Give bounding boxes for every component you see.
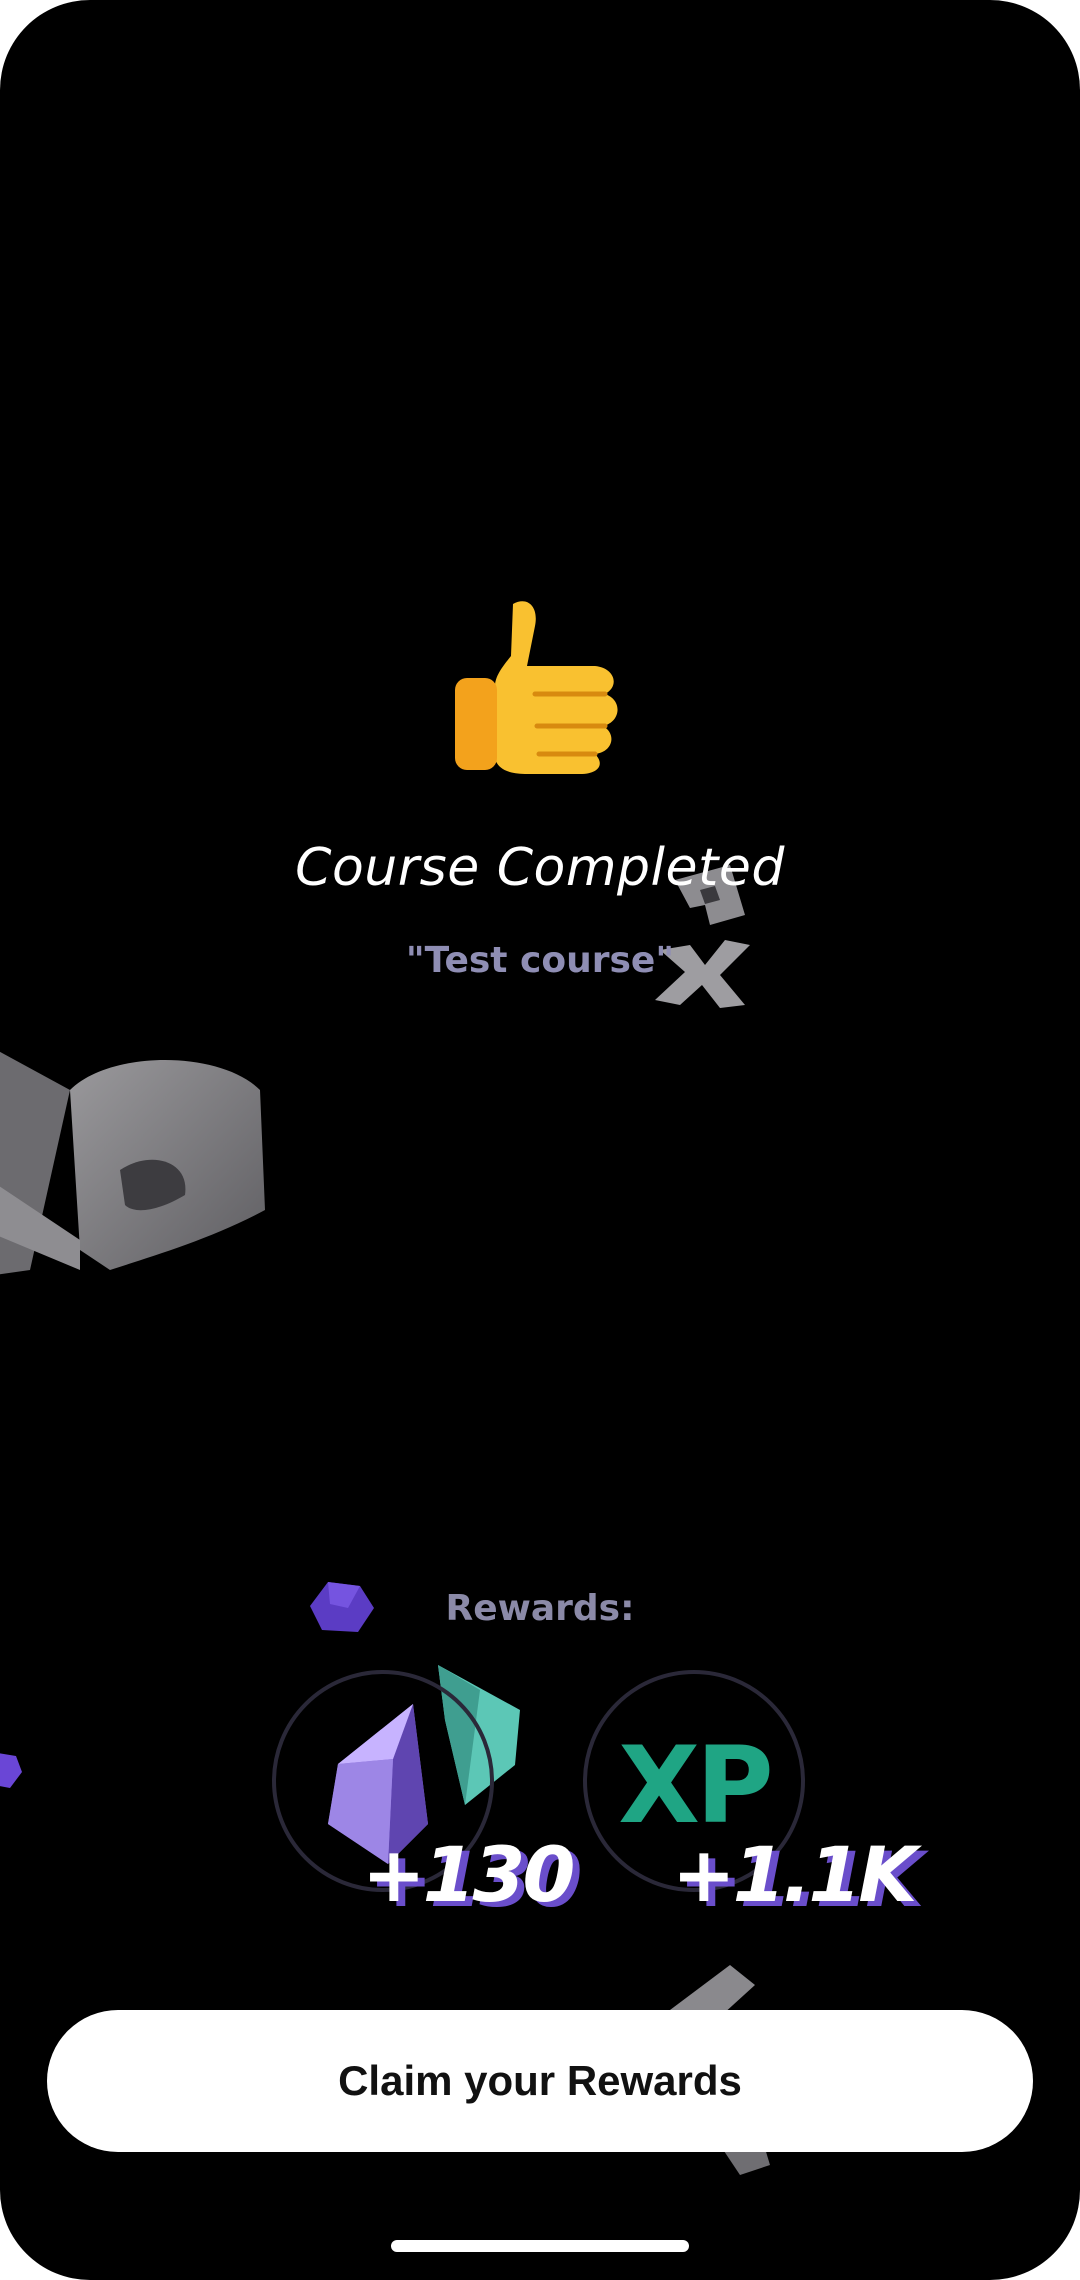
home-indicator[interactable]: [391, 2240, 689, 2252]
reward-xp-amount: +1.1K: [672, 1830, 917, 1919]
course-completed-screen: Course Completed "Test course" Rewards: …: [0, 0, 1080, 2280]
thumbs-up-icon: [440, 586, 640, 786]
claim-rewards-button[interactable]: Claim your Rewards: [47, 2010, 1033, 2152]
floating-gem-decoration: [0, 1753, 22, 1788]
course-name: "Test course": [405, 940, 675, 981]
floating-xp-shape-decoration: [0, 1051, 265, 1275]
page-title: Course Completed: [295, 838, 785, 898]
rewards-label: Rewards:: [445, 1588, 635, 1629]
reward-gems-amount: +130: [362, 1830, 575, 1919]
xp-icon: XP: [618, 1724, 773, 1847]
